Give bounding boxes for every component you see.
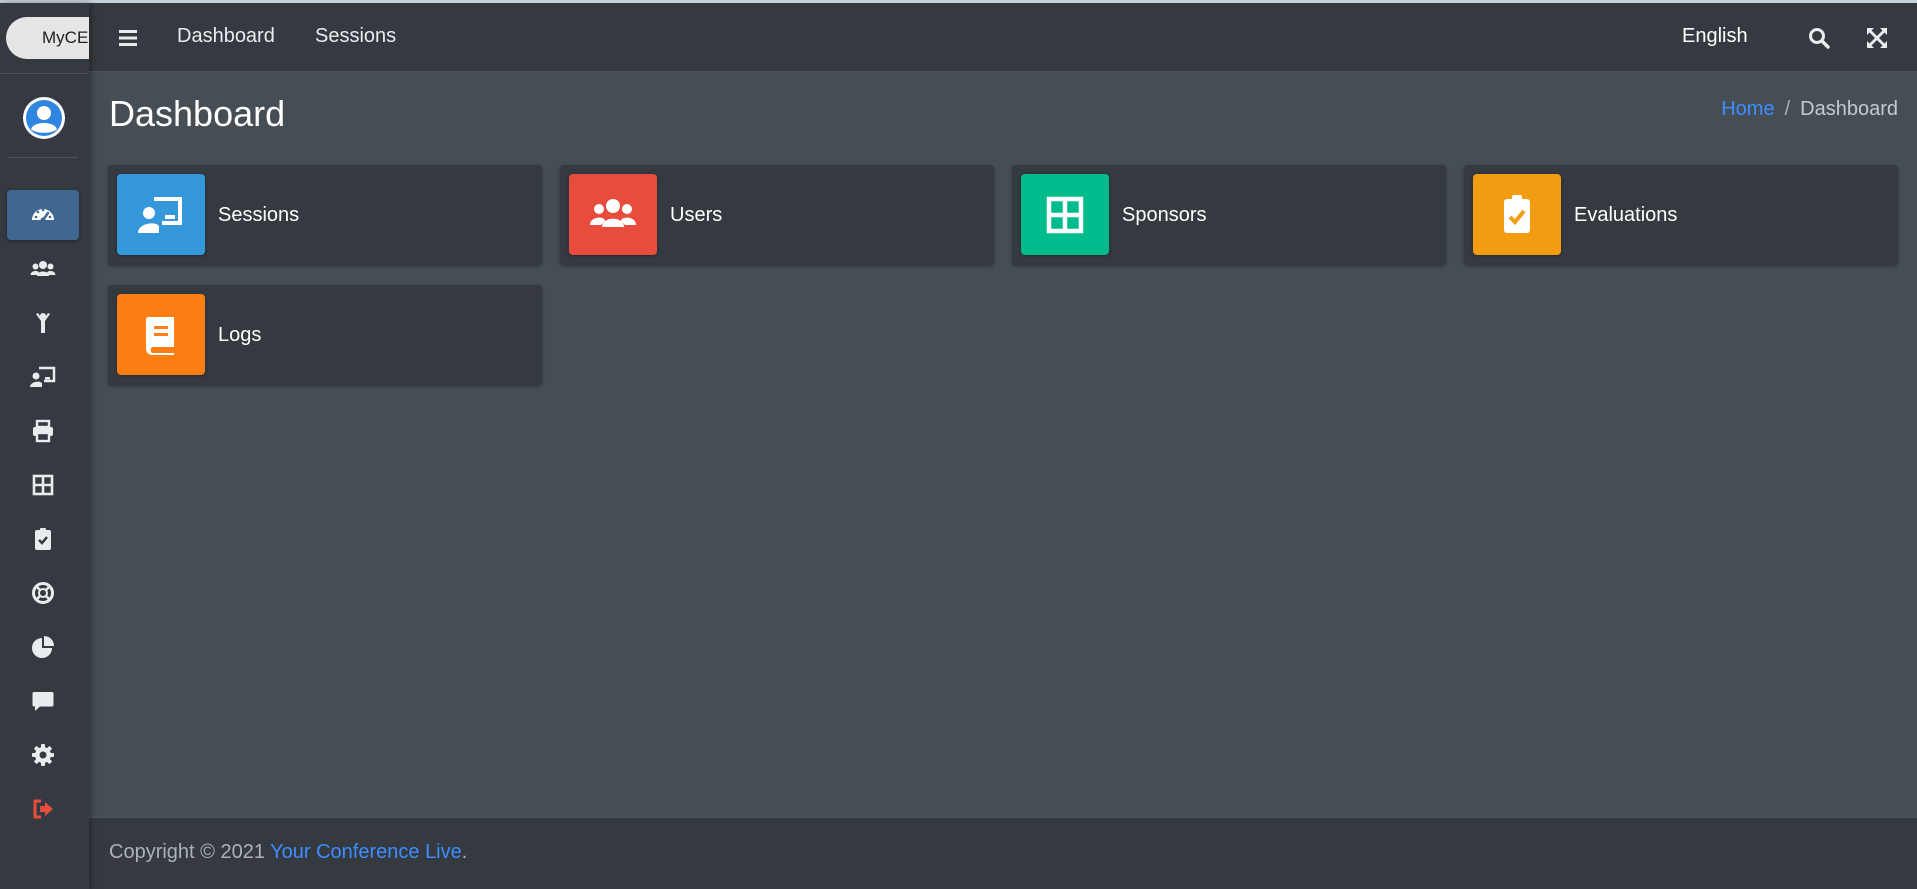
life-ring-icon [32, 582, 54, 604]
language-selector[interactable]: English [1682, 25, 1748, 48]
breadcrumb: Home / Dashboard [1721, 98, 1898, 121]
fullscreen-icon[interactable] [1865, 26, 1889, 50]
hamburger-menu-icon[interactable] [117, 27, 139, 49]
info-box-sessions[interactable]: Sessions [108, 165, 542, 265]
footer: Copyright © 2021 Your Conference Live. [89, 817, 1917, 889]
brand-logo[interactable]: MyCE [6, 17, 89, 59]
info-box-users[interactable]: Users [560, 165, 994, 265]
presentation-icon [138, 196, 182, 233]
footer-company-link[interactable]: Your Conference Live [270, 841, 462, 863]
breadcrumb-current: Dashboard [1800, 98, 1898, 120]
footer-period: . [461, 841, 468, 863]
clipboard-check-icon [35, 528, 51, 550]
sidebar-item-sessions[interactable] [7, 352, 79, 402]
search-icon[interactable] [1807, 26, 1831, 50]
info-box-label: Sessions [218, 204, 300, 226]
sidebar-item-evaluations[interactable] [7, 514, 79, 564]
users-icon [590, 198, 636, 227]
sidebar-item-users[interactable] [7, 244, 79, 294]
sidebar-divider [8, 157, 78, 158]
footer-copyright: Copyright © 2021 [109, 841, 271, 863]
info-box-label: Sponsors [1122, 204, 1207, 226]
print-icon [33, 419, 53, 443]
sidebar-item-support[interactable] [7, 568, 79, 618]
info-box-icon [117, 294, 205, 375]
breadcrumb-separator: / [1784, 98, 1791, 120]
info-box-logs[interactable]: Logs [108, 285, 542, 385]
sidebar-item-messages[interactable] [7, 676, 79, 726]
sidebar-item-sponsors[interactable] [7, 460, 79, 510]
info-box-icon [569, 174, 657, 255]
presentation-icon [30, 366, 56, 387]
info-box-icon [1021, 174, 1109, 255]
info-box-label: Logs [218, 324, 262, 346]
grid-icon [32, 474, 54, 496]
info-box-sponsors[interactable]: Sponsors [1012, 165, 1446, 265]
comment-icon [32, 692, 54, 711]
sidebar-item-settings[interactable] [7, 730, 79, 780]
clipboard-check-icon [1504, 194, 1530, 233]
info-box-icon [117, 174, 205, 255]
sidebar-divider [0, 73, 89, 74]
page-title: Dashboard [109, 93, 286, 134]
dashboard-gauge-icon [32, 208, 54, 223]
pie-chart-icon [32, 636, 54, 658]
sidebar-item-speakers[interactable] [7, 298, 79, 348]
info-box-label: Users [670, 204, 723, 226]
info-box-icon [1473, 174, 1561, 255]
sidebar-item-dashboard[interactable] [7, 190, 79, 240]
top-navbar: Dashboard Sessions English [89, 3, 1917, 72]
sidebar-item-reports[interactable] [7, 622, 79, 672]
book-icon [145, 316, 174, 355]
sign-out-icon [33, 799, 53, 819]
sidebar-item-logout[interactable] [7, 784, 79, 834]
nav-link-dashboard[interactable]: Dashboard [177, 25, 275, 48]
sidebar: MyCE [0, 3, 89, 889]
grid-icon [1046, 196, 1084, 233]
nav-link-sessions[interactable]: Sessions [315, 25, 396, 48]
gear-icon [32, 744, 54, 766]
user-avatar-icon[interactable] [22, 96, 66, 140]
person-arms-up-icon [36, 313, 50, 333]
breadcrumb-home-link[interactable]: Home [1721, 98, 1774, 121]
info-box-label: Evaluations [1574, 204, 1678, 226]
sidebar-item-print[interactable] [7, 406, 79, 456]
info-box-evaluations[interactable]: Evaluations [1464, 165, 1898, 265]
users-icon [30, 261, 56, 276]
